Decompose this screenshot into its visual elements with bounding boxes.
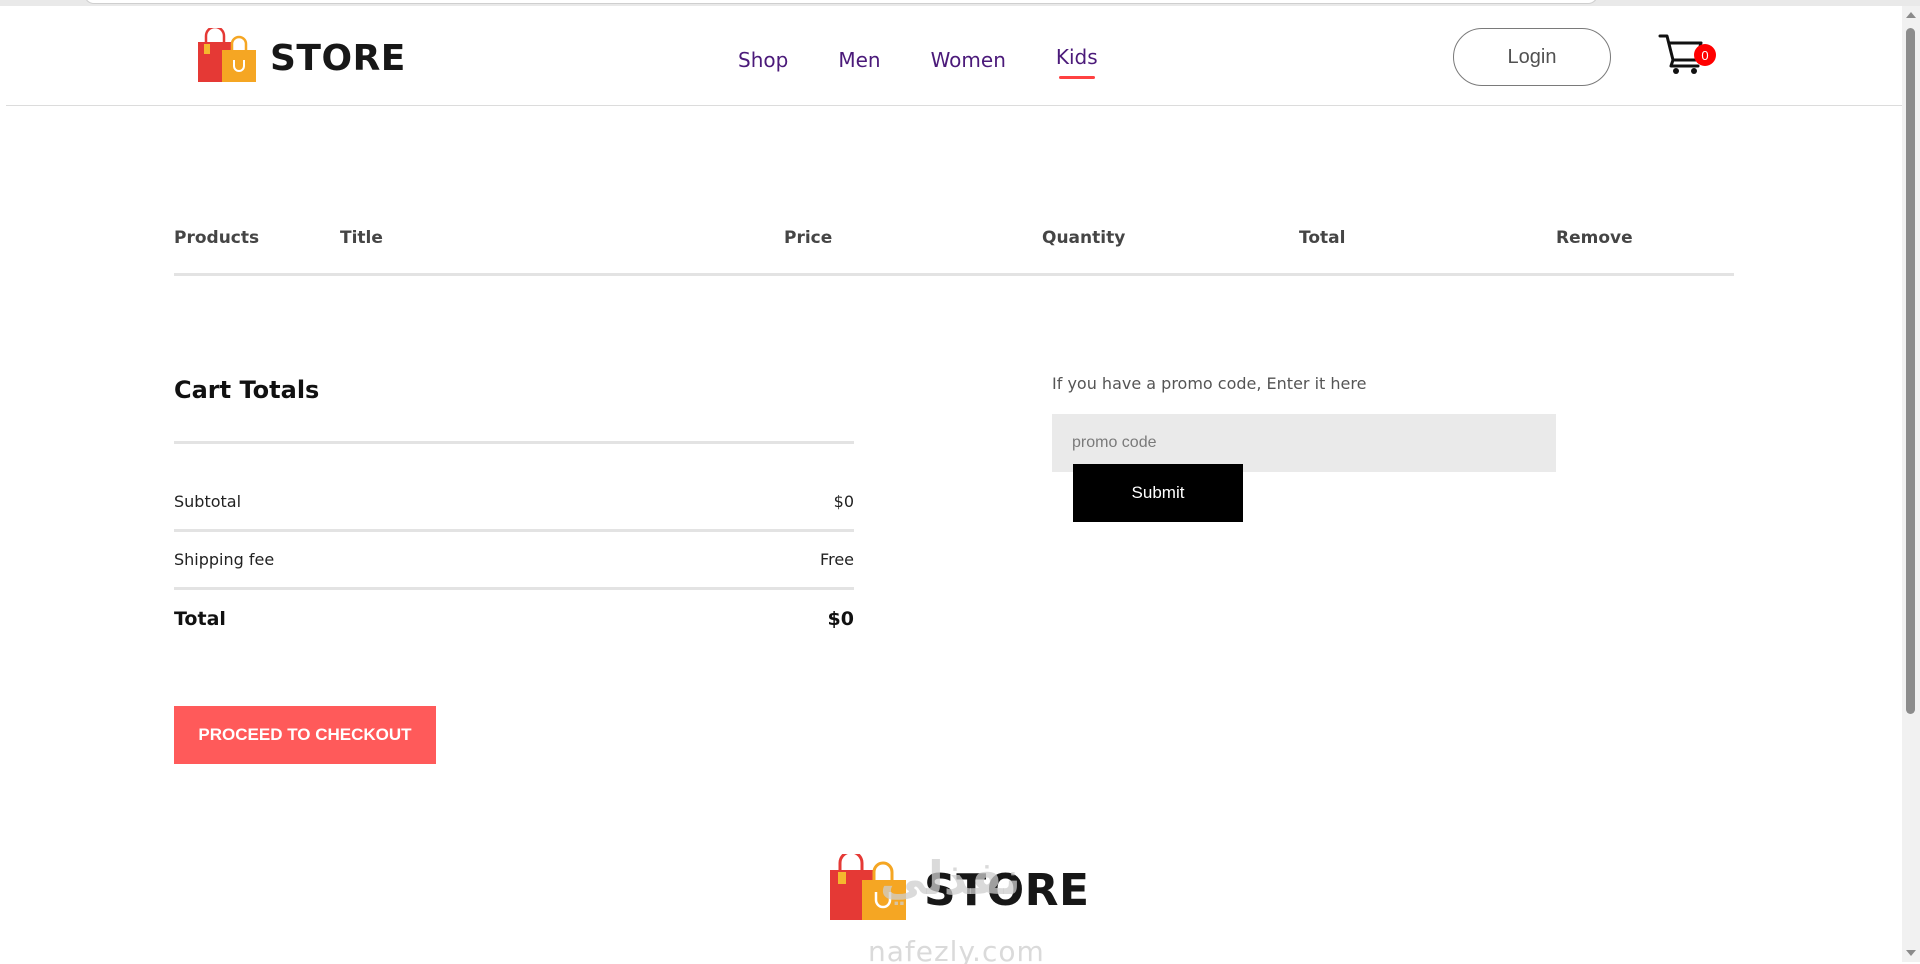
column-price: Price [784,228,833,248]
cart-totals-title: Cart Totals [174,376,854,444]
promo-label: If you have a promo code, Enter it here [1052,374,1367,393]
column-remove: Remove [1556,228,1633,248]
scroll-thumb[interactable] [1906,28,1915,714]
total-label: Total [174,608,226,630]
column-products: Products [174,228,260,248]
footer-logo[interactable]: STORE [828,850,1090,926]
shipping-label: Shipping fee [174,550,275,569]
proceed-to-checkout-button[interactable]: PROCEED TO CHECKOUT [174,706,436,764]
nav-item-label: Kids [1055,45,1098,69]
cart-totals: Cart Totals Subtotal $0 Shipping fee Fre… [174,376,854,648]
header-logo[interactable]: STORE [196,25,406,88]
navbar: STORE Shop Men Women Kids Login 0 [6,6,1902,106]
column-quantity: Quantity [1042,228,1126,248]
cart-table-header: Products Title Price Quantity Total Remo… [174,216,1734,276]
nav-item-label: Men [838,48,881,72]
column-total: Total [1299,228,1346,248]
page-viewport: STORE Shop Men Women Kids Login 0 Produc… [6,6,1902,964]
nav-item-shop[interactable]: Shop [738,48,788,72]
shipping-row: Shipping fee Free [174,532,854,590]
nav-item-kids[interactable]: Kids [1055,45,1098,79]
cart-button[interactable]: 0 [1658,32,1718,80]
scroll-down-arrow-icon[interactable] [1906,950,1916,956]
shopping-bag-icon [196,25,258,88]
total-row: Total $0 [174,590,854,648]
column-title: Title [340,228,383,248]
nav-item-women[interactable]: Women [931,48,1006,72]
vertical-scrollbar[interactable] [1902,6,1920,962]
nav-item-label: Shop [738,48,789,72]
nav-item-men[interactable]: Men [838,48,880,72]
subtotal-row: Subtotal $0 [174,474,854,532]
subtotal-value: $0 [833,492,854,511]
scroll-up-arrow-icon[interactable] [1906,12,1916,18]
login-button[interactable]: Login [1453,28,1611,86]
subtotal-label: Subtotal [174,492,242,511]
footer-logo-text: STORE [924,864,1090,916]
cart-count-badge: 0 [1694,44,1716,66]
active-nav-underline [1058,76,1095,79]
main-nav: Shop Men Women Kids [738,45,1148,79]
shipping-value: Free [820,550,854,569]
watermark-url-text: nafezly.com [868,935,1045,964]
address-bar-edge [84,0,1598,4]
total-value: $0 [827,608,854,630]
logo-text: STORE [270,37,406,79]
shopping-bag-icon [828,850,908,926]
nav-item-label: Women [930,48,1006,72]
promo-submit-button[interactable]: Submit [1073,464,1243,522]
